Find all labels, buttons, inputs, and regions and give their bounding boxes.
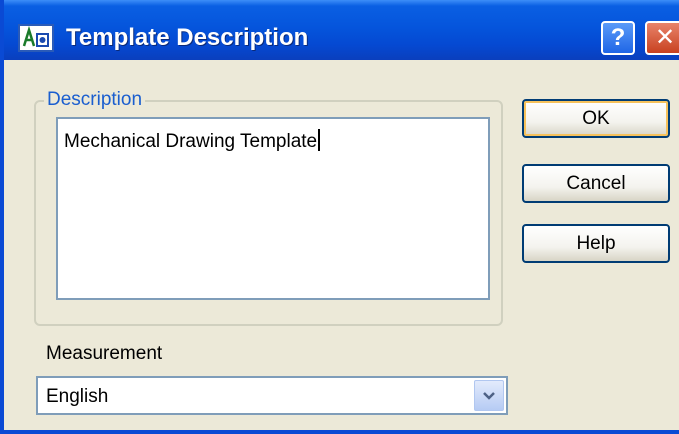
measurement-label: Measurement <box>46 343 163 364</box>
measurement-select[interactable]: English <box>36 376 508 415</box>
description-text: Mechanical Drawing Template <box>64 131 318 152</box>
measurement-selected-value: English <box>46 386 109 407</box>
description-textarea[interactable]: Mechanical Drawing Template <box>56 117 490 300</box>
help-button[interactable]: Help <box>522 224 670 263</box>
cancel-button[interactable]: Cancel <box>522 164 670 203</box>
title-bar[interactable]: Template Description ? ✕ <box>4 0 679 60</box>
template-description-dialog: Template Description ? ✕ Description Mec… <box>0 0 679 434</box>
autocad-app-icon <box>18 24 54 52</box>
chevron-down-icon[interactable] <box>474 380 504 411</box>
window-title: Template Description <box>66 24 309 51</box>
close-icon[interactable]: ✕ <box>645 21 679 55</box>
ok-button[interactable]: OK <box>522 99 670 138</box>
description-legend: Description <box>44 89 146 111</box>
help-icon[interactable]: ? <box>601 21 635 55</box>
text-caret <box>318 129 321 151</box>
